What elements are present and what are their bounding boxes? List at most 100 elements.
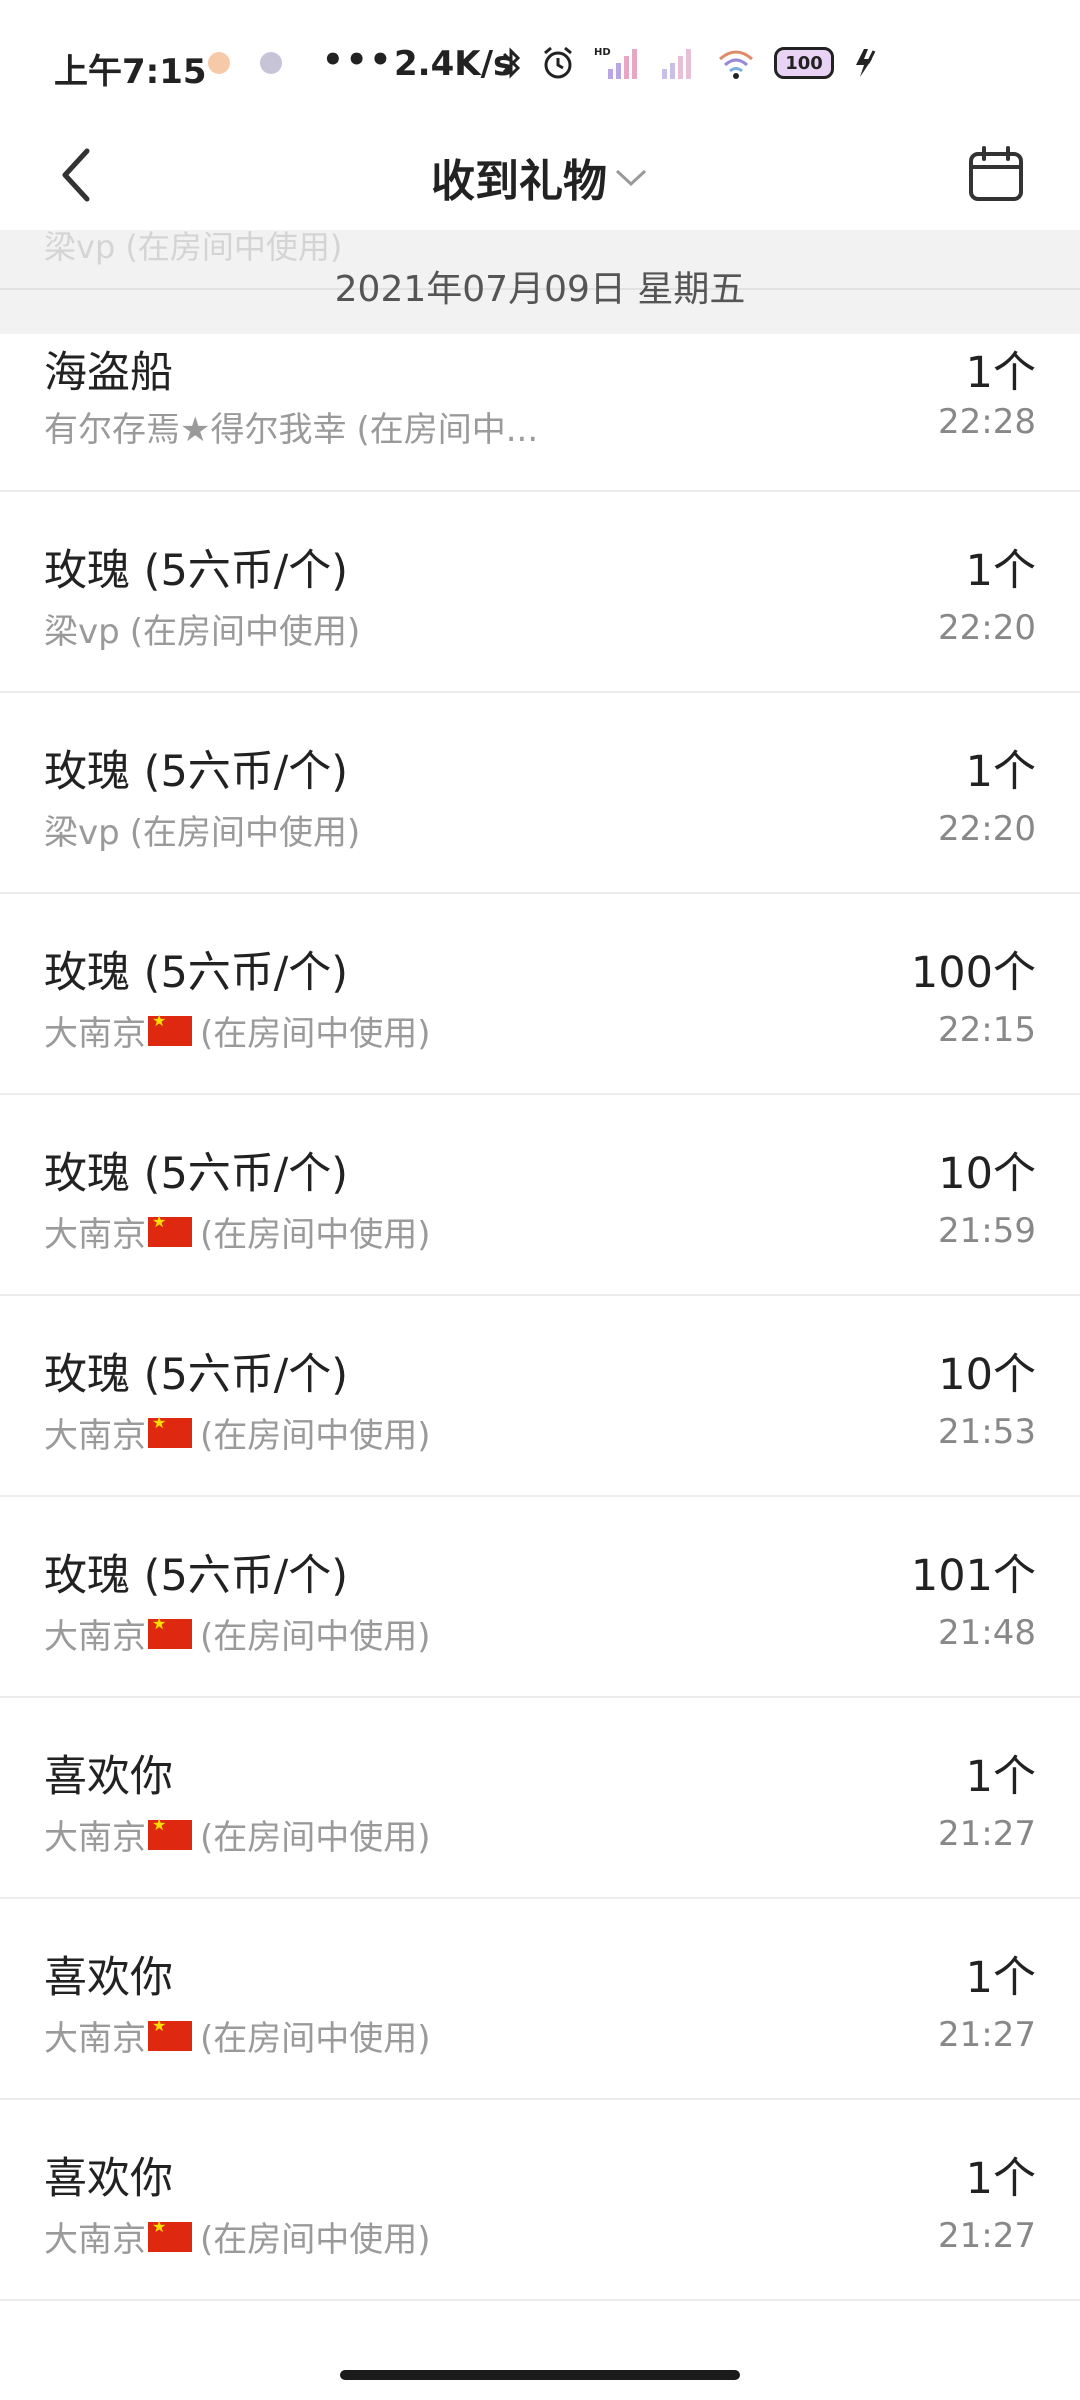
sender-name: 大南京	[44, 1818, 146, 1858]
gift-list: 海盗船 有尔存焉★得尔我幸 (在房间中... 1个 22:28 玫瑰 (5六币/个) 梁vp…	[0, 334, 1080, 2301]
sender-line: 梁vp (在房间中使用)	[44, 604, 360, 653]
usage-note: (在房间中使用)	[200, 1818, 431, 1858]
sender-name: 大南京	[44, 1617, 146, 1657]
date-label: 2021年07月09日 星期五	[334, 269, 746, 310]
nav-bar: 收到礼物	[0, 120, 1080, 230]
gift-name: 玫瑰 (5六币/个)	[44, 1149, 349, 1199]
gift-time: 22:15	[938, 1010, 1036, 1050]
china-flag-icon	[148, 1614, 192, 1649]
alarm-icon	[544, 46, 572, 79]
chevron-down-icon	[615, 169, 647, 187]
gift-name: 玫瑰 (5六币/个)	[44, 1551, 349, 1601]
notification-app-icon	[208, 52, 230, 74]
china-flag-icon	[148, 1212, 192, 1247]
usage-note: (在房间中使用)	[200, 1416, 431, 1456]
sender-line: 大南京 (在房间中使用)	[44, 2212, 431, 2261]
gift-name: 喜欢你	[44, 2154, 173, 2204]
gift-quantity: 1个	[965, 546, 1036, 596]
date-header: 梁vp (在房间中使用) 2021年07月09日 星期五	[0, 230, 1080, 334]
signal-icon-2	[662, 49, 691, 79]
gift-time: 21:27	[938, 2216, 1036, 2256]
notification-shield-icon	[260, 52, 282, 74]
sender-name: 大南京	[44, 1215, 146, 1255]
sender-name: 大南京	[44, 2019, 146, 2059]
usage-note: (在房间中使用)	[129, 612, 361, 652]
gift-name: 玫瑰 (5六币/个)	[44, 747, 349, 797]
signal-icon: HD	[594, 47, 637, 79]
list-item[interactable]: 玫瑰 (5六币/个) 梁vp (在房间中使用) 1个 22:20	[0, 693, 1080, 894]
list-item[interactable]: 玫瑰 (5六币/个) 大南京 (在房间中使用) 101个 21:48	[0, 1497, 1080, 1698]
usage-note: (在房间中使用)	[129, 813, 361, 853]
sender-name: 大南京	[44, 2220, 146, 2260]
battery-icon: 100	[774, 47, 834, 79]
page-title: 收到礼物	[431, 156, 607, 207]
charging-icon	[856, 49, 876, 77]
status-time: 上午7:15	[54, 52, 207, 92]
sender-line: 大南京 (在房间中使用)	[44, 2011, 431, 2060]
china-flag-icon	[148, 1011, 192, 1046]
sender-line: 大南京 (在房间中使用)	[44, 1408, 431, 1457]
gift-time: 22:28	[938, 402, 1036, 442]
list-item[interactable]: 玫瑰 (5六币/个) 梁vp (在房间中使用) 1个 22:20	[0, 492, 1080, 693]
gift-name: 喜欢你	[44, 1752, 173, 1802]
list-item[interactable]: 喜欢你大南京 (在房间中使用) 1个 21:27	[0, 1698, 1080, 1899]
usage-note: (在房间中使用)	[200, 2220, 431, 2260]
bluetooth-icon	[502, 47, 521, 79]
sender-line: 有尔存焉★得尔我幸 (在房间中...	[44, 402, 538, 451]
calendar-button[interactable]	[956, 134, 1036, 214]
gift-time: 22:20	[938, 809, 1036, 849]
sender-line: 大南京 (在房间中使用)	[44, 1006, 431, 1055]
gift-quantity: 1个	[965, 1752, 1036, 1802]
network-speed: 2.4K/s	[394, 44, 514, 84]
gift-quantity: 10个	[938, 1149, 1036, 1199]
sender-name: 大南京	[44, 1014, 146, 1054]
gift-name: 玫瑰 (5六币/个)	[44, 948, 349, 998]
china-flag-icon	[148, 1413, 192, 1448]
gift-name: 玫瑰 (5六币/个)	[44, 546, 349, 596]
gift-name: 喜欢你	[44, 1953, 173, 2003]
status-icons: HD 100	[500, 38, 880, 88]
svg-text:HD: HD	[594, 47, 611, 58]
list-item[interactable]: 玫瑰 (5六币/个) 大南京 (在房间中使用) 10个 21:59	[0, 1095, 1080, 1296]
usage-note: (在房间中使用)	[200, 1014, 431, 1054]
usage-note: (在房间中使用)	[200, 1617, 431, 1657]
sender-name: 大南京	[44, 1416, 146, 1456]
sender-line: 大南京 (在房间中使用)	[44, 1207, 431, 1256]
wifi-icon	[719, 50, 753, 79]
gift-time: 21:53	[938, 1412, 1036, 1452]
gift-quantity: 10个	[938, 1350, 1036, 1400]
title-dropdown[interactable]: 收到礼物	[0, 145, 1080, 209]
usage-note: (在房间中使用)	[200, 2019, 431, 2059]
sender-name: 梁vp	[44, 813, 120, 853]
gift-time: 21:27	[938, 1814, 1036, 1854]
gift-time: 22:20	[938, 608, 1036, 648]
usage-note: (在房间中...	[356, 410, 539, 450]
gift-name: 海盗船	[44, 348, 173, 398]
sender-line: 大南京 (在房间中使用)	[44, 1810, 431, 1859]
sender-line: 梁vp (在房间中使用)	[44, 805, 360, 854]
sender-line: 大南京 (在房间中使用)	[44, 1609, 431, 1658]
gift-quantity: 1个	[965, 1953, 1036, 2003]
china-flag-icon	[148, 2217, 192, 2252]
list-item[interactable]: 玫瑰 (5六币/个) 大南京 (在房间中使用) 100个 22:15	[0, 894, 1080, 1095]
usage-note: (在房间中使用)	[200, 1215, 431, 1255]
gift-name: 玫瑰 (5六币/个)	[44, 1350, 349, 1400]
calendar-icon	[969, 146, 1023, 201]
list-item[interactable]: 喜欢你大南京 (在房间中使用) 1个 21:27	[0, 1899, 1080, 2100]
list-item[interactable]: 海盗船 有尔存焉★得尔我幸 (在房间中... 1个 22:28	[0, 334, 1080, 492]
gift-quantity: 1个	[965, 747, 1036, 797]
gift-time: 21:59	[938, 1211, 1036, 1251]
list-item[interactable]: 玫瑰 (5六币/个) 大南京 (在房间中使用) 10个 21:53	[0, 1296, 1080, 1497]
gift-time: 21:27	[938, 2015, 1036, 2055]
gift-time: 21:48	[938, 1613, 1036, 1653]
status-bar: 上午7:15 ••• 2.4K/s HD 100	[0, 0, 1080, 120]
sender-name: 有尔存焉★得尔我幸	[44, 410, 347, 450]
home-indicator[interactable]	[340, 2370, 740, 2380]
gift-quantity: 1个	[965, 348, 1036, 398]
list-item[interactable]: 喜欢你大南京 (在房间中使用) 1个 21:27	[0, 2100, 1080, 2301]
gift-quantity: 101个	[910, 1551, 1036, 1601]
china-flag-icon	[148, 2016, 192, 2051]
more-notifications-icon: •••	[322, 40, 394, 80]
battery-level: 100	[785, 52, 823, 74]
china-flag-icon	[148, 1815, 192, 1850]
